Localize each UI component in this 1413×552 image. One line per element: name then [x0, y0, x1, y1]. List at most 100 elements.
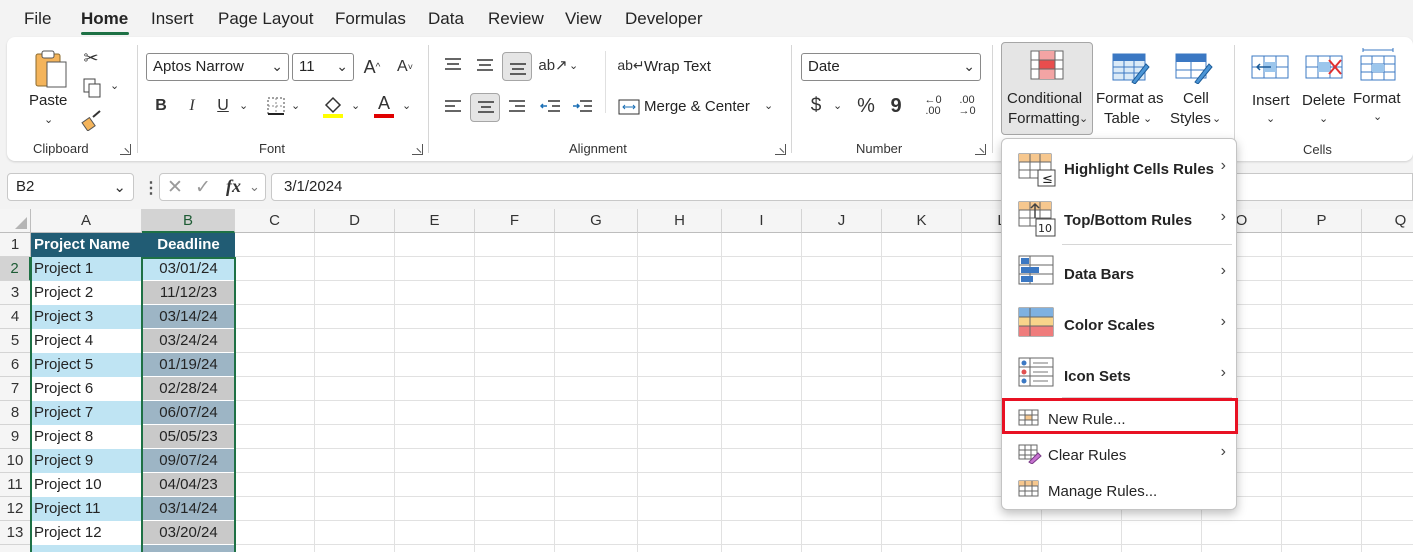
table-cell-deadline[interactable] — [142, 545, 235, 552]
column-header-k[interactable]: K — [882, 209, 962, 233]
shrink-font-icon[interactable]: A ˅ — [393, 55, 417, 79]
cell-styles-label-1[interactable]: Cell — [1183, 90, 1209, 107]
table-cell-project[interactable]: Project 6 — [31, 377, 142, 401]
row-header-12[interactable]: 12 — [0, 497, 31, 521]
middle-align-icon[interactable] — [473, 53, 497, 77]
format-as-table-icon[interactable] — [1111, 49, 1151, 85]
formula-bar-grip-icon[interactable]: ⋮ — [143, 178, 159, 198]
table-cell-project[interactable]: Project 2 — [31, 281, 142, 305]
row-header-2[interactable]: 2 — [0, 257, 31, 281]
merge-center-chevron-icon[interactable]: ⌄ — [764, 99, 773, 112]
table-header-project-name[interactable]: Project Name — [31, 233, 142, 257]
column-header-q[interactable]: Q — [1362, 209, 1413, 233]
tab-developer[interactable]: Developer — [625, 9, 703, 29]
orientation-chevron-icon[interactable]: ⌄ — [569, 59, 578, 72]
copy-dropdown-chevron-icon[interactable]: ⌄ — [110, 79, 119, 92]
row-header-10[interactable]: 10 — [0, 449, 31, 473]
wrap-text-label[interactable]: Wrap Text — [644, 58, 711, 75]
table-cell-project[interactable]: Project 12 — [31, 521, 142, 545]
table-cell-project[interactable]: Project 9 — [31, 449, 142, 473]
table-cell-project[interactable]: Project 10 — [31, 473, 142, 497]
table-cell-deadline[interactable]: 11/12/23 — [142, 281, 235, 305]
menu-item-clear-rules[interactable]: Clear Rules › — [1002, 437, 1238, 473]
format-painter-icon[interactable] — [81, 109, 103, 131]
table-cell-deadline[interactable]: 04/04/23 — [142, 473, 235, 497]
select-all-corner[interactable] — [0, 209, 31, 233]
insert-label[interactable]: Insert — [1252, 92, 1290, 109]
row-header-6[interactable]: 6 — [0, 353, 31, 377]
delete-label[interactable]: Delete — [1302, 92, 1345, 109]
bottom-align-button[interactable] — [502, 52, 532, 81]
table-cell-deadline[interactable]: 01/19/24 — [142, 353, 235, 377]
font-color-chevron-icon[interactable]: ⌄ — [402, 99, 411, 112]
delete-cells-icon[interactable] — [1305, 51, 1343, 83]
function-chevron-icon[interactable]: ⌄ — [249, 179, 260, 195]
tab-insert[interactable]: Insert — [151, 9, 194, 29]
format-as-table-label-2[interactable]: Table — [1104, 110, 1140, 127]
grow-font-icon[interactable]: A ^ — [360, 55, 384, 79]
underline-button[interactable]: U — [213, 95, 233, 117]
insert-chevron-icon[interactable]: ⌄ — [1266, 112, 1275, 125]
table-cell-deadline[interactable]: 03/01/24 — [142, 257, 235, 281]
wrap-text-icon[interactable]: ab↵ — [617, 53, 644, 77]
table-cell-project[interactable]: Project 4 — [31, 329, 142, 353]
column-header-p[interactable]: P — [1282, 209, 1362, 233]
column-header-h[interactable]: H — [638, 209, 722, 233]
percent-button[interactable]: % — [855, 93, 877, 119]
currency-chevron-icon[interactable]: ⌄ — [833, 99, 842, 112]
cell-styles-label-2[interactable]: Styles — [1170, 110, 1211, 127]
formula-input[interactable]: 3/1/2024 — [271, 173, 1413, 201]
number-format-combo[interactable]: Date ⌄ — [801, 53, 981, 81]
menu-item-color-scales[interactable]: Color Scales › — [1002, 299, 1238, 349]
cell-styles-icon[interactable] — [1174, 49, 1214, 85]
row-header-9[interactable]: 9 — [0, 425, 31, 449]
table-cell-deadline[interactable]: 03/14/24 — [142, 305, 235, 329]
merge-center-icon[interactable] — [617, 95, 641, 119]
alignment-launcher-icon[interactable] — [775, 144, 786, 155]
table-cell-project[interactable]: Project 11 — [31, 497, 142, 521]
clipboard-launcher-icon[interactable] — [120, 144, 131, 155]
table-cell-project[interactable]: Project 7 — [31, 401, 142, 425]
menu-item-highlight-cells-rules[interactable]: ≤ Highlight Cells Rules › — [1002, 143, 1238, 193]
align-left-icon[interactable] — [441, 95, 465, 119]
tab-file[interactable]: File — [24, 9, 51, 29]
row-header-3[interactable]: 3 — [0, 281, 31, 305]
table-cell-project[interactable]: Project 1 — [31, 257, 142, 281]
column-header-j[interactable]: J — [802, 209, 882, 233]
format-label[interactable]: Format — [1353, 90, 1401, 107]
tab-review[interactable]: Review — [488, 9, 544, 29]
comma-style-button[interactable]: 9 — [889, 93, 903, 119]
format-as-table-chevron-icon[interactable]: ⌄ — [1143, 112, 1152, 125]
table-cell-deadline[interactable]: 06/07/24 — [142, 401, 235, 425]
row-header-1[interactable]: 1 — [0, 233, 31, 257]
cut-icon[interactable]: ✂ — [81, 47, 101, 69]
table-cell-deadline[interactable]: 03/14/24 — [142, 497, 235, 521]
column-header-i[interactable]: I — [722, 209, 802, 233]
font-color-icon[interactable]: A — [372, 93, 396, 119]
copy-icon[interactable] — [81, 77, 103, 99]
underline-chevron-icon[interactable]: ⌄ — [239, 99, 248, 112]
tab-formulas[interactable]: Formulas — [335, 9, 406, 29]
cancel-icon[interactable]: ✕ — [167, 176, 183, 199]
borders-icon[interactable] — [265, 95, 287, 117]
paste-dropdown-chevron-icon[interactable]: ⌄ — [44, 113, 53, 126]
font-name-combo[interactable]: Aptos Narrow ⌄ — [146, 53, 289, 81]
insert-cells-icon[interactable] — [1251, 51, 1289, 83]
menu-item-new-rule[interactable]: New Rule... — [1002, 398, 1238, 434]
decrease-decimal-button[interactable]: .00 →0 — [953, 93, 981, 119]
column-header-b[interactable]: B — [142, 209, 235, 233]
align-center-button[interactable] — [470, 93, 500, 122]
font-size-combo[interactable]: 11 ⌄ — [292, 53, 354, 81]
column-header-f[interactable]: F — [475, 209, 555, 233]
tab-data[interactable]: Data — [428, 9, 464, 29]
table-cell-deadline[interactable]: 09/07/24 — [142, 449, 235, 473]
increase-decimal-button[interactable]: ←0 .00 — [919, 93, 947, 119]
orientation-icon[interactable]: ab↗ — [538, 53, 567, 77]
paste-icon[interactable] — [31, 47, 71, 91]
insert-function-icon[interactable]: fx — [226, 176, 241, 197]
tab-page-layout[interactable]: Page Layout — [218, 9, 313, 29]
tab-view[interactable]: View — [565, 9, 602, 29]
format-as-table-label-1[interactable]: Format as — [1096, 90, 1164, 107]
currency-button[interactable]: $ — [807, 93, 825, 119]
table-cell-project[interactable]: Project 5 — [31, 353, 142, 377]
